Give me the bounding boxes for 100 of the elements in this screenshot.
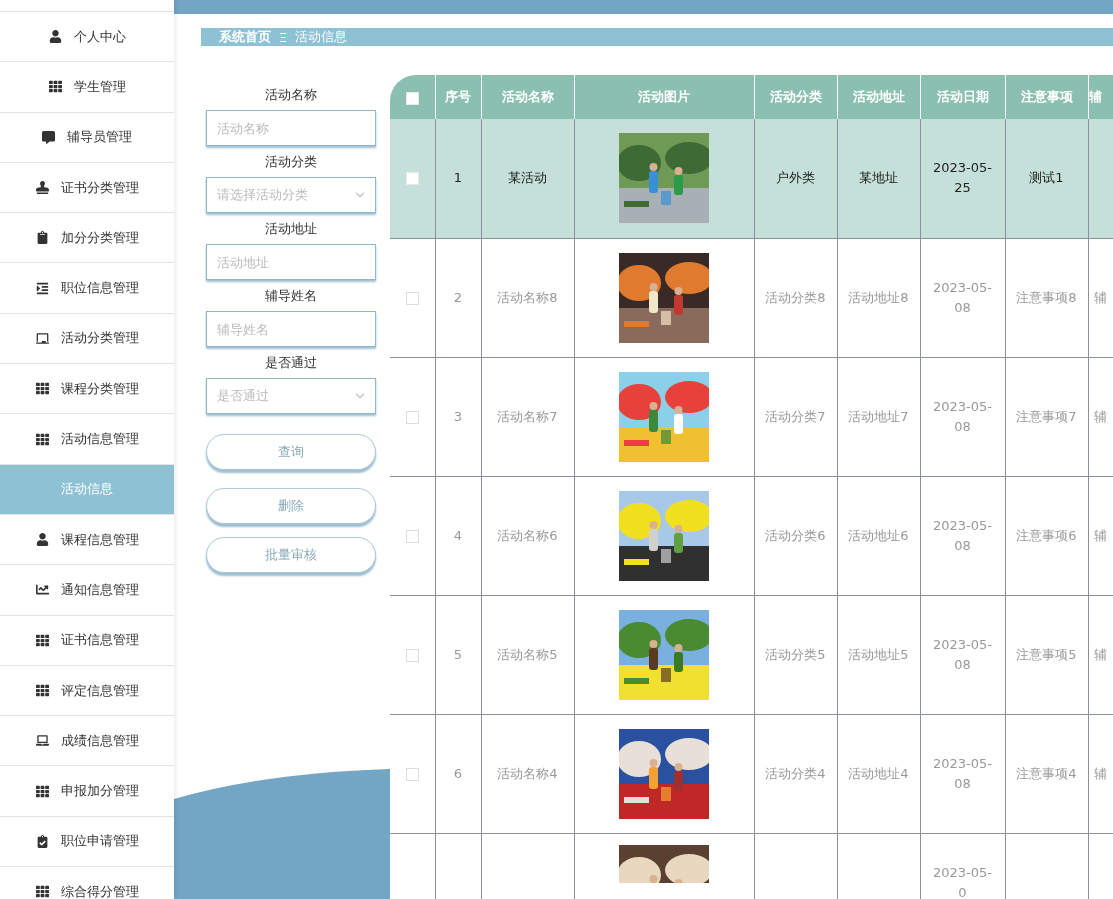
table-cell: 辅 [1093, 289, 1107, 305]
sidebar-item[interactable]: 申报加分管理 [0, 765, 174, 816]
table-cell: 活动地址7 [848, 408, 909, 424]
table-cell: 2023-05-25 [933, 160, 992, 196]
column-header: 注意事项 [1005, 75, 1088, 119]
chevron-icon [355, 190, 365, 200]
table-cell: 活动名称6 [497, 527, 558, 543]
input-field[interactable]: 活动名称 [206, 110, 376, 146]
sidebar-item[interactable]: 课程信息管理 [0, 513, 174, 565]
grid-icon [35, 684, 49, 697]
table-cell: 2023-05-08 [933, 279, 992, 315]
table-cell: 2023-05-0 [933, 864, 992, 899]
list-icon [35, 281, 49, 295]
field-label: 辅导姓名 [265, 286, 317, 305]
table-cell: 活动名称5 [497, 646, 558, 662]
sidebar-item[interactable]: 成绩信息管理 [0, 715, 174, 766]
table-cell: 辅 [1093, 646, 1107, 662]
sidebar-item[interactable]: 通知信息管理 [0, 564, 174, 615]
table-cell: 2023-05-08 [933, 398, 992, 434]
table-cell: 4 [453, 527, 463, 543]
grid-icon [35, 633, 49, 647]
sidebar-item[interactable]: 评定信息管理 [0, 664, 174, 716]
row-checkbox[interactable] [405, 529, 419, 543]
row-checkbox[interactable] [405, 648, 419, 662]
select-all-checkbox[interactable] [405, 91, 419, 105]
table-cell: 户外类 [776, 170, 815, 186]
row-checkbox[interactable] [405, 410, 419, 424]
table-cell: 2023-05-08 [933, 636, 992, 672]
column-header: 序号 [435, 75, 481, 119]
column-header: 辅 [1088, 75, 1113, 119]
table-cell: 2023-05-08 [933, 517, 992, 553]
person-icon [35, 533, 49, 547]
chevron-icon [355, 391, 365, 401]
table-cell: 活动分类8 [765, 289, 826, 305]
table-cell: 活动分类6 [765, 527, 826, 543]
sidebar-item[interactable]: 课程分类管理 [0, 363, 174, 414]
clipboard-icon [35, 231, 49, 245]
sign-icon [35, 331, 49, 345]
table-row[interactable]: 1 某活动 户外类 某地址 2023-05-25 测试1 [390, 119, 1113, 238]
clipboard-check-icon [35, 834, 49, 848]
sidebar-item[interactable]: 加分分类管理 [0, 212, 174, 263]
sidebar-item[interactable]: 证书分类管理 [0, 161, 174, 213]
table-cell: 2 [453, 289, 463, 305]
table-cell: 6 [453, 765, 463, 781]
row-checkbox[interactable] [405, 172, 419, 186]
table-cell: 注意事项4 [1016, 765, 1077, 781]
grid-icon [35, 432, 49, 446]
input-field[interactable]: 辅导姓名 [206, 311, 376, 347]
speech-bubble-icon [42, 130, 55, 144]
sidebar-item[interactable]: 个人中心 [0, 11, 174, 62]
table-cell: 2023-05-08 [933, 755, 992, 791]
row-checkbox[interactable] [405, 291, 419, 305]
field-label: 活动分类 [265, 152, 317, 171]
column-header: 活动分类 [754, 75, 837, 119]
table-cell: 辅 [1093, 527, 1107, 543]
table-cell: 测试1 [1029, 170, 1064, 186]
grid-icon [48, 80, 62, 94]
row-checkbox[interactable] [405, 767, 419, 781]
sidebar-item[interactable]: 职位信息管理 [0, 262, 174, 313]
table-cell: 活动分类5 [765, 646, 826, 662]
table-cell: 活动地址8 [848, 289, 909, 305]
sidebar-item[interactable]: 学生管理 [0, 61, 174, 112]
field-label: 是否通过 [265, 353, 317, 372]
column-header: 活动日期 [920, 75, 1005, 119]
grid-icon [35, 382, 49, 396]
grid-icon [35, 885, 49, 899]
table-cell: 活动地址4 [848, 765, 909, 781]
table-cell: 活动分类4 [765, 765, 826, 781]
grid-icon [35, 784, 49, 798]
breadcrumb-separator: Ξ [279, 29, 288, 45]
sidebar-item[interactable]: 职位申请管理 [0, 815, 174, 867]
sidebar-item[interactable]: 活动信息管理 [0, 413, 174, 464]
table-cell: 活动名称7 [497, 408, 558, 424]
column-header: 活动图片 [574, 75, 754, 119]
table-cell: 注意事项7 [1016, 408, 1077, 424]
input-field[interactable]: 活动地址 [206, 244, 376, 280]
field-label: 活动地址 [265, 219, 317, 238]
table-cell: 辅 [1093, 408, 1107, 424]
sidebar-item[interactable]: 活动分类管理 [0, 312, 174, 364]
monitor-icon [35, 734, 49, 748]
chart-icon [35, 583, 49, 597]
table-cell: 3 [453, 408, 463, 424]
table-cell: 活动地址6 [848, 527, 909, 543]
table-cell: 注意事项8 [1016, 289, 1077, 305]
table-cell: 活动地址5 [848, 646, 909, 662]
table-cell: 辅 [1093, 765, 1107, 781]
breadcrumb-current: 活动信息 [295, 28, 348, 46]
stamp-icon [35, 181, 49, 195]
column-header: 活动地址 [837, 75, 920, 119]
sidebar-item[interactable]: 综合得分管理 [0, 866, 174, 899]
field-label: 活动名称 [265, 85, 317, 104]
sidebar-item[interactable]: 证书信息管理 [0, 614, 174, 665]
person-icon [48, 30, 62, 44]
table-cell: 某地址 [859, 170, 898, 186]
sidebar-item[interactable]: 辅导员管理 [0, 111, 174, 162]
table-cell: 活动分类7 [765, 408, 826, 424]
table-cell: 注意事项5 [1016, 646, 1077, 662]
table-cell: 某活动 [508, 170, 547, 186]
table-cell: 注意事项6 [1016, 527, 1077, 543]
column-header: 活动名称 [481, 75, 574, 119]
